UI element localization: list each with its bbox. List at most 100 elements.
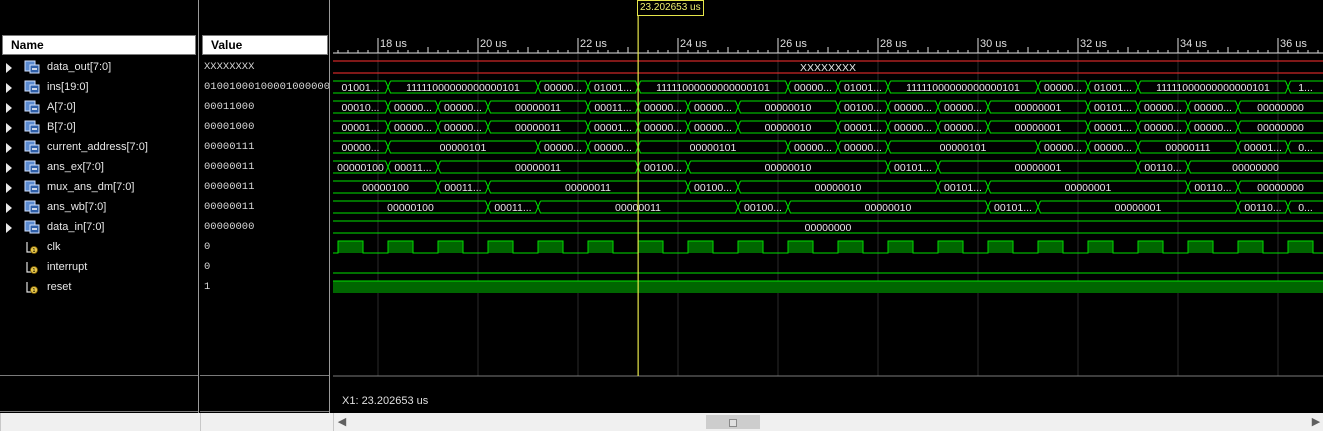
- signal-row-reset[interactable]: 1 reset: [0, 277, 198, 297]
- bus-value-label: 00000010: [765, 102, 812, 114]
- signal-row-clk[interactable]: 1 clk: [0, 237, 198, 257]
- signal-row-mux-ans-dm[interactable]: mux_ans_dm[7:0]: [0, 177, 198, 197]
- waveform-A[interactable]: 00010... 00000... 00000... 00000011 00011...…: [333, 100, 1323, 114]
- waveform-B[interactable]: 00001... 00000... 00000... 00000011 00001...…: [333, 120, 1323, 134]
- bus-value-label: 00000...: [1144, 102, 1182, 114]
- signal-row-data-out[interactable]: data_out[7:0]: [0, 57, 198, 77]
- signal-value-B: 00001000: [200, 117, 329, 137]
- bus-value-label: 00101...: [1094, 102, 1132, 114]
- expand-arrow-icon[interactable]: [6, 103, 12, 113]
- name-column-header[interactable]: Name: [2, 35, 196, 55]
- signal-row-data-in[interactable]: data_in[7:0]: [0, 217, 198, 237]
- bus-value-label: 11111000000000000101: [1156, 82, 1270, 94]
- scroll-thumb[interactable]: [706, 415, 761, 429]
- signal-value: 00000011: [204, 161, 255, 173]
- waveform-ins[interactable]: 01001... 11111000000000000101 00000... 0100…: [333, 80, 1323, 94]
- signal-row-current-address[interactable]: current_address[7:0]: [0, 137, 198, 157]
- waveform-ans-ex[interactable]: 00000100 00011... 00000011 00100... 00000010…: [333, 160, 1323, 174]
- bus-value-label: 00000...: [394, 122, 432, 134]
- bus-value-label: 00000011: [515, 162, 561, 174]
- ruler-tick-label: 18 us: [380, 38, 407, 50]
- scroll-right-arrow-icon[interactable]: ▶: [1308, 413, 1323, 431]
- expand-arrow-icon[interactable]: [6, 123, 12, 133]
- scroll-left-arrow-icon[interactable]: ◀: [334, 413, 350, 431]
- horizontal-scrollbar[interactable]: ◀ ▶: [0, 413, 1323, 431]
- waveform-clk[interactable]: [287, 240, 1323, 254]
- ruler-tick-label: 30 us: [980, 38, 1007, 50]
- value-panel-scroll-track[interactable]: [200, 413, 330, 431]
- clock-high-pulse: [888, 241, 913, 253]
- ruler-tick-label: 26 us: [780, 38, 807, 50]
- signal-row-B[interactable]: B[7:0]: [0, 117, 198, 137]
- waveform-data-in[interactable]: 00000000: [333, 220, 1323, 234]
- expand-arrow-icon[interactable]: [6, 83, 12, 93]
- bus-value-label: 00011...: [444, 182, 481, 194]
- bus-value-label: 00000010: [865, 202, 912, 214]
- expand-arrow-icon[interactable]: [6, 203, 12, 213]
- signal-row-A[interactable]: A[7:0]: [0, 97, 198, 117]
- clock-high-pulse: [538, 241, 563, 253]
- expand-arrow-icon[interactable]: [6, 163, 12, 173]
- signal-row-ans-ex[interactable]: ans_ex[7:0]: [0, 157, 198, 177]
- bus-value-label: 1...: [1298, 82, 1313, 94]
- clock-high-pulse: [1238, 241, 1263, 253]
- bus-signal-icon: [24, 220, 40, 234]
- signal-row-ans-wb[interactable]: ans_wb[7:0]: [0, 197, 198, 217]
- signal-value-data-out: XXXXXXXX: [200, 57, 329, 77]
- bus-value-label: 00000...: [894, 122, 932, 134]
- bus-value-label: 00000010: [765, 162, 812, 174]
- time-ruler[interactable]: 18 us 20 us 22 us 24 us 26 us 28 us 30 us 32 us…: [333, 38, 1323, 54]
- wave-scroll-track[interactable]: ◀ ▶: [333, 413, 1323, 431]
- expand-arrow-icon[interactable]: [6, 63, 12, 73]
- signal-row-interrupt[interactable]: 1 interrupt: [0, 257, 198, 277]
- clock-trace[interactable]: [287, 240, 1323, 254]
- bus-value-label: 00000...: [694, 102, 732, 114]
- bus-value-label: 00000...: [694, 122, 732, 134]
- signal-value: 00000000: [204, 221, 255, 233]
- bus-value-label: 00000100: [337, 162, 384, 174]
- name-panel-scroll-track[interactable]: [0, 413, 199, 431]
- bus-value-label: 00000011: [565, 182, 611, 194]
- waveform-data-out[interactable]: XXXXXXXX: [333, 60, 1323, 74]
- bus-value-label: 00000...: [342, 142, 380, 154]
- waveform-canvas[interactable]: 18 us 20 us 22 us 24 us 26 us 28 us 30 us 32 us…: [287, 0, 1323, 412]
- bus-value-label: 00011...: [494, 202, 531, 214]
- value-column-header[interactable]: Value: [202, 35, 328, 55]
- bus-signal-icon: [24, 160, 40, 174]
- bus-value-label: 00001...: [342, 122, 380, 134]
- expand-arrow-icon[interactable]: [6, 223, 12, 233]
- waveform-reset[interactable]: [333, 280, 1323, 293]
- ruler-tick-label: 28 us: [880, 38, 907, 50]
- bus-value-label: 00000...: [1194, 122, 1232, 134]
- signal-value-A: 00011000: [200, 97, 329, 117]
- scroll-grip-icon: [729, 419, 738, 427]
- waveform-ans-wb[interactable]: 00000100 00011... 00000011 00100... 00000010…: [333, 200, 1323, 214]
- clock-high-pulse: [638, 241, 663, 253]
- waveform-panel[interactable]: 18 us 20 us 22 us 24 us 26 us 28 us 30 us 32 us…: [287, 0, 1323, 412]
- bus-value-label: 00000...: [944, 122, 982, 134]
- waveform-mux-ans-dm[interactable]: 00000100 00011... 00000011 00100... 00000010…: [333, 180, 1323, 194]
- bus-value-label: 00101...: [944, 182, 982, 194]
- bus-value-label: 00000000: [805, 222, 852, 234]
- signal-value-current-address: 00000111: [200, 137, 329, 157]
- bus-signal-icon: [24, 80, 40, 94]
- bus-value-label: 00110...: [1144, 162, 1181, 174]
- signal-name: data_in[7:0]: [47, 221, 105, 233]
- signal-value-mux-ans-dm: 00000011: [200, 177, 329, 197]
- clock-high-pulse: [938, 241, 963, 253]
- bus-value-label: 00000101: [440, 142, 487, 154]
- bus-value-label: 00001...: [594, 122, 632, 134]
- signal-value: 00000011: [204, 181, 255, 193]
- expand-arrow-icon[interactable]: [6, 183, 12, 193]
- svg-text:1: 1: [32, 248, 35, 254]
- signal-row-ins[interactable]: ins[19:0]: [0, 77, 198, 97]
- bus-value-label: 00000...: [394, 102, 432, 114]
- clock-high-pulse: [588, 241, 613, 253]
- expand-arrow-icon[interactable]: [6, 143, 12, 153]
- waveform-current-address[interactable]: 00000... 00000101 00000... 00000... 00000101…: [333, 140, 1323, 154]
- signal-name: ins[19:0]: [47, 81, 89, 93]
- signal-value: XXXXXXXX: [204, 61, 255, 73]
- signal-value-interrupt: 0: [200, 257, 329, 277]
- cursor-time-label[interactable]: 23.202653 us: [637, 0, 704, 16]
- bus-value-label: 00110...: [1194, 182, 1231, 194]
